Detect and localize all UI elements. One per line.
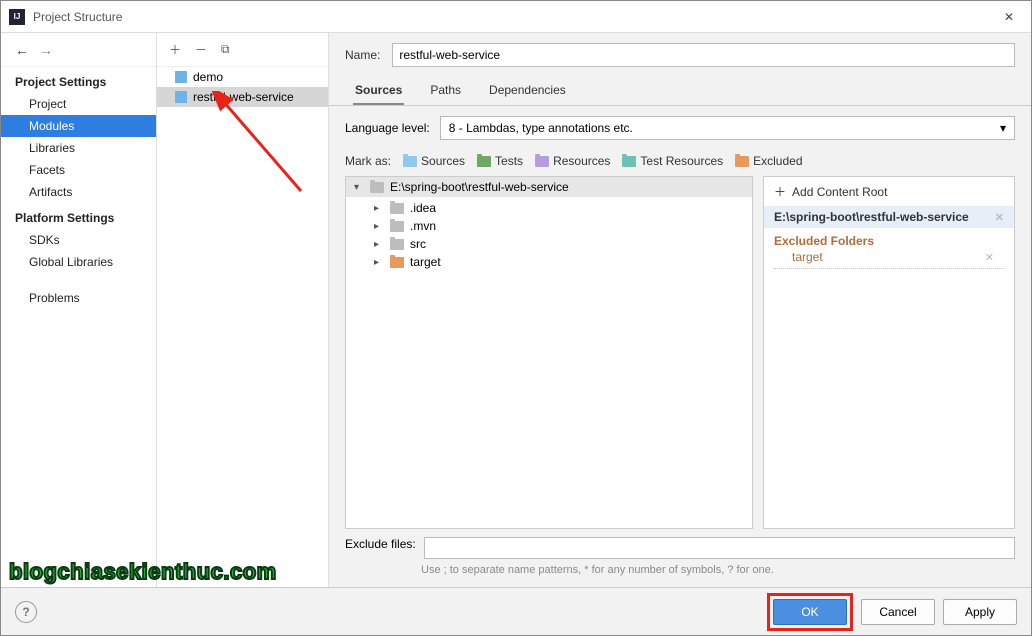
nav-sdks[interactable]: SDKs	[1, 229, 156, 251]
content-root-path[interactable]: E:\spring-boot\restful-web-service ✕	[764, 206, 1014, 228]
tree-item[interactable]: ▸.mvn	[346, 217, 752, 235]
folder-icon	[390, 239, 404, 250]
tab-sources[interactable]: Sources	[353, 77, 404, 105]
content-roots-panel: ＋ Add Content Root E:\spring-boot\restfu…	[763, 176, 1015, 529]
ok-highlight-annotation: OK	[767, 593, 853, 631]
titlebar: IJ Project Structure ✕	[1, 1, 1031, 33]
dialog-footer: ? OK Cancel Apply	[1, 587, 1031, 635]
add-module-icon[interactable]: ＋	[169, 41, 181, 58]
close-icon[interactable]: ✕	[987, 1, 1031, 33]
section-platform-settings: Platform Settings	[1, 203, 156, 229]
folder-icon	[390, 221, 404, 232]
exclude-files-label: Exclude files:	[345, 537, 416, 551]
tree-item[interactable]: ▸.idea	[346, 199, 752, 217]
chevron-down-icon: ▾	[354, 182, 364, 193]
chevron-down-icon: ▾	[1000, 121, 1006, 135]
left-sidebar: ← → Project Settings ProjectModulesLibra…	[1, 33, 157, 587]
mark-test-resources[interactable]: Test Resources	[622, 154, 723, 168]
language-level-select[interactable]: 8 - Lambdas, type annotations etc. ▾	[440, 116, 1015, 140]
window-title: Project Structure	[33, 10, 122, 24]
exclude-files-input[interactable]	[424, 537, 1015, 559]
tree-item[interactable]: ▸target	[346, 253, 752, 271]
help-icon[interactable]: ?	[15, 601, 37, 623]
tab-paths[interactable]: Paths	[428, 77, 463, 105]
language-level-label: Language level:	[345, 121, 430, 135]
source-tree-panel: ▾ E:\spring-boot\restful-web-service ▸.i…	[345, 176, 753, 529]
folder-icon	[390, 203, 404, 214]
excluded-folders-header: Excluded Folders	[764, 228, 1014, 250]
tab-dependencies[interactable]: Dependencies	[487, 77, 568, 105]
chevron-right-icon: ▸	[374, 221, 384, 232]
copy-module-icon[interactable]: ⧉	[221, 42, 230, 57]
nav-libraries[interactable]: Libraries	[1, 137, 156, 159]
mark-resources[interactable]: Resources	[535, 154, 610, 168]
mark-as-label: Mark as:	[345, 154, 391, 168]
plus-icon: ＋	[774, 183, 786, 200]
section-project-settings: Project Settings	[1, 67, 156, 93]
apply-button[interactable]: Apply	[943, 599, 1017, 625]
tree-root-label: E:\spring-boot\restful-web-service	[390, 180, 569, 194]
nav-facets[interactable]: Facets	[1, 159, 156, 181]
language-level-value: 8 - Lambdas, type annotations etc.	[449, 121, 633, 135]
nav-project[interactable]: Project	[1, 93, 156, 115]
forward-icon[interactable]: →	[39, 42, 53, 58]
exclude-hint: Use ; to separate name patterns, * for a…	[329, 559, 1031, 587]
nav-global-libraries[interactable]: Global Libraries	[1, 251, 156, 273]
project-structure-dialog: IJ Project Structure ✕ ← → Project Setti…	[0, 0, 1032, 636]
tree-item[interactable]: ▸src	[346, 235, 752, 253]
module-icon	[175, 91, 187, 103]
module-icon	[175, 71, 187, 83]
back-icon[interactable]: ←	[15, 42, 29, 58]
nav-artifacts[interactable]: Artifacts	[1, 181, 156, 203]
module-detail-panel: Name: Sources Paths Dependencies Language …	[329, 33, 1031, 587]
excluded-folder-item[interactable]: target✕	[774, 250, 1004, 269]
module-item[interactable]: demo	[157, 67, 328, 87]
nav-problems[interactable]: Problems	[1, 287, 156, 309]
module-item[interactable]: restful-web-service	[157, 87, 328, 107]
name-label: Name:	[345, 48, 380, 62]
chevron-right-icon: ▸	[374, 239, 384, 250]
chevron-right-icon: ▸	[374, 257, 384, 268]
mark-sources[interactable]: Sources	[403, 154, 465, 168]
ok-button[interactable]: OK	[773, 599, 847, 625]
intellij-icon: IJ	[9, 9, 25, 25]
folder-icon	[370, 182, 384, 193]
nav-modules[interactable]: Modules	[1, 115, 156, 137]
modules-list-panel: ＋ － ⧉ demorestful-web-service	[157, 33, 329, 587]
chevron-right-icon: ▸	[374, 203, 384, 214]
remove-root-icon[interactable]: ✕	[995, 211, 1004, 224]
module-name-input[interactable]	[392, 43, 1015, 67]
add-content-root-button[interactable]: ＋ Add Content Root	[764, 177, 1014, 206]
folder-icon	[390, 257, 404, 268]
cancel-button[interactable]: Cancel	[861, 599, 935, 625]
mark-excluded[interactable]: Excluded	[735, 154, 802, 168]
mark-tests[interactable]: Tests	[477, 154, 523, 168]
remove-excluded-icon[interactable]: ✕	[985, 251, 994, 264]
remove-module-icon[interactable]: －	[195, 41, 207, 58]
tree-root-row[interactable]: ▾ E:\spring-boot\restful-web-service	[346, 177, 752, 197]
